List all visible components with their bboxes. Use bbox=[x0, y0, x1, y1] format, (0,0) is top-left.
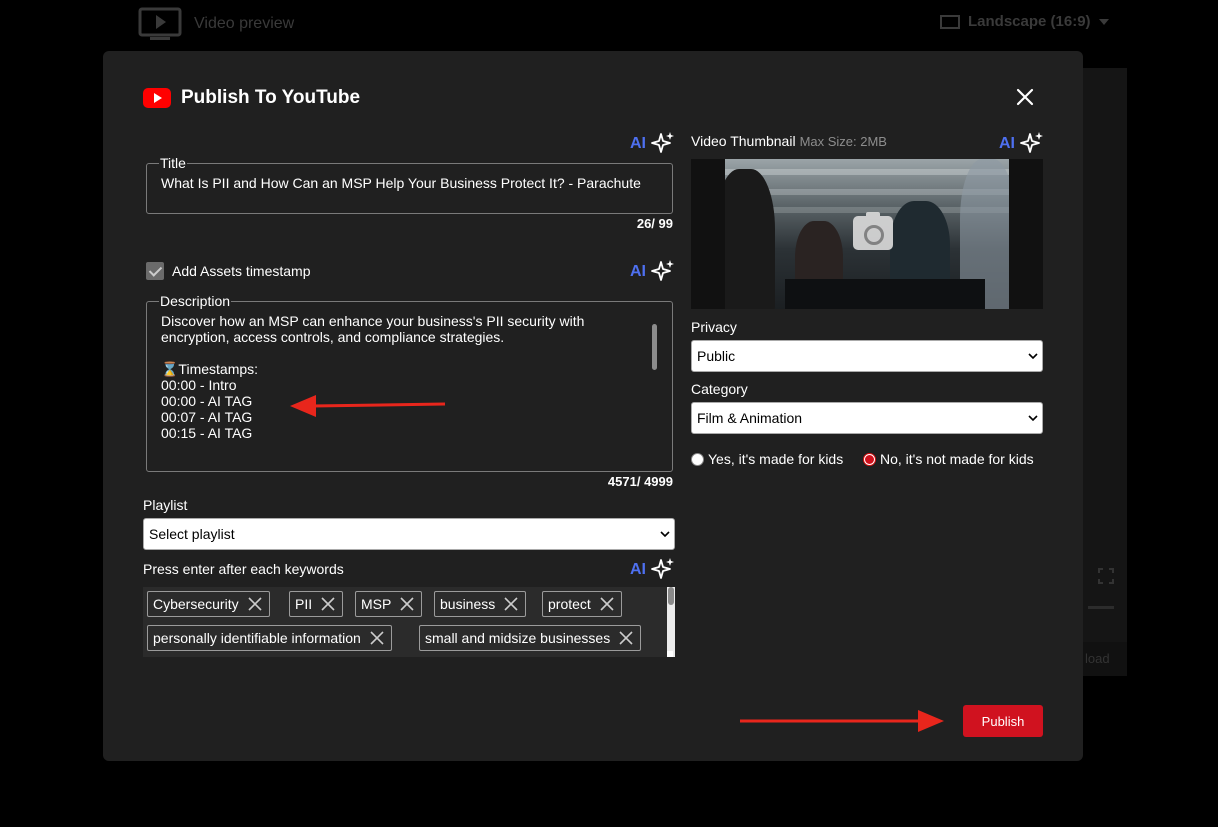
privacy-selected-value: Public bbox=[697, 348, 736, 364]
keywords-input[interactable]: Cybersecurity PII MSP business protect p… bbox=[143, 587, 675, 657]
video-progress-bar bbox=[1088, 606, 1114, 609]
publish-button-label: Publish bbox=[981, 713, 1025, 729]
aspect-ratio-label: Landscape (16:9) bbox=[968, 13, 1091, 30]
modal-header: Publish To YouTube bbox=[143, 87, 360, 109]
close-icon[interactable] bbox=[1013, 85, 1037, 109]
sparkle-icon bbox=[1020, 132, 1043, 153]
sparkle-icon bbox=[651, 558, 674, 579]
modal-title: Publish To YouTube bbox=[181, 87, 361, 108]
background-button: load bbox=[1083, 642, 1127, 676]
remove-keyword-icon[interactable] bbox=[399, 596, 415, 612]
video-preview-header: Video preview bbox=[138, 7, 294, 41]
keywords-scrollbar-thumb[interactable] bbox=[668, 587, 674, 605]
add-assets-timestamp-checkbox[interactable]: Add Assets timestamp bbox=[146, 262, 311, 280]
ai-label: AI bbox=[999, 135, 1015, 152]
youtube-logo-icon bbox=[143, 88, 171, 108]
chevron-down-icon bbox=[660, 531, 670, 538]
remove-keyword-icon[interactable] bbox=[618, 630, 634, 646]
video-preview-icon bbox=[138, 7, 182, 40]
playlist-label: Playlist bbox=[143, 497, 188, 513]
camera-upload-icon[interactable] bbox=[853, 212, 893, 250]
add-assets-timestamp-label: Add Assets timestamp bbox=[172, 263, 311, 279]
keyword-chip-label: Cybersecurity bbox=[153, 596, 239, 612]
sparkle-icon bbox=[651, 132, 674, 153]
title-char-counter: 26/ 99 bbox=[636, 216, 673, 231]
title-input[interactable]: What Is PII and How Can an MSP Help Your… bbox=[161, 175, 658, 191]
radio-checked-icon[interactable] bbox=[863, 452, 876, 466]
remove-keyword-icon[interactable] bbox=[369, 630, 385, 646]
remove-keyword-icon[interactable] bbox=[503, 596, 519, 612]
checkbox-checked-icon[interactable] bbox=[146, 262, 164, 280]
made-for-kids-yes-radio[interactable]: Yes, it's made for kids bbox=[691, 451, 843, 467]
keyword-chip: business bbox=[434, 591, 527, 617]
keywords-scrollbar[interactable] bbox=[667, 587, 675, 657]
chevron-down-icon bbox=[1028, 353, 1038, 360]
radio-unchecked-icon[interactable] bbox=[691, 452, 704, 466]
category-selected-value: Film & Animation bbox=[697, 410, 803, 426]
description-legend: Description bbox=[160, 293, 231, 309]
keyword-chip-label: small and midsize businesses bbox=[425, 630, 611, 646]
ai-generate-keywords-button[interactable]: AI bbox=[630, 557, 676, 583]
remove-keyword-icon[interactable] bbox=[599, 596, 615, 612]
privacy-label: Privacy bbox=[691, 319, 737, 335]
fullscreen-icon bbox=[1098, 568, 1114, 584]
aspect-ratio-dropdown[interactable]: Landscape (16:9) bbox=[940, 13, 1109, 30]
chevron-down-icon bbox=[1028, 415, 1038, 422]
keyword-chip-label: MSP bbox=[361, 596, 392, 612]
chevron-down-icon bbox=[1098, 18, 1109, 25]
ai-generate-thumbnail-button[interactable]: AI bbox=[999, 131, 1045, 157]
ai-label: AI bbox=[630, 263, 646, 280]
ai-generate-title-button[interactable]: AI bbox=[630, 131, 676, 157]
ai-generate-description-button[interactable]: AI bbox=[630, 259, 676, 285]
thumbnail-max-size: Max Size: 2MB bbox=[799, 134, 887, 149]
category-label: Category bbox=[691, 381, 748, 397]
landscape-icon bbox=[940, 14, 960, 29]
privacy-select[interactable]: Public bbox=[691, 340, 1043, 372]
ai-label: AI bbox=[630, 561, 646, 578]
video-preview-label: Video preview bbox=[194, 15, 295, 32]
thumbnail-label-text: Video Thumbnail bbox=[691, 133, 796, 149]
keyword-chip-label: protect bbox=[548, 596, 591, 612]
video-thumbnail[interactable] bbox=[691, 159, 1043, 309]
thumbnail-label: Video Thumbnail Max Size: 2MB bbox=[691, 133, 887, 149]
keyword-chip: small and midsize businesses bbox=[419, 625, 642, 651]
keyword-chip-label: business bbox=[440, 596, 496, 612]
keyword-chip: protect bbox=[542, 591, 622, 617]
remove-keyword-icon[interactable] bbox=[247, 596, 263, 612]
background-button-label: load bbox=[1085, 651, 1110, 666]
made-for-kids-no-label: No, it's not made for kids bbox=[880, 451, 1034, 467]
description-textarea[interactable]: Discover how an MSP can enhance your bus… bbox=[161, 313, 631, 441]
keyword-chip-label: personally identifiable information bbox=[153, 630, 361, 646]
keywords-label: Press enter after each keywords bbox=[143, 561, 344, 577]
publish-button[interactable]: Publish bbox=[963, 705, 1043, 737]
ai-label: AI bbox=[630, 135, 646, 152]
keyword-chip: MSP bbox=[355, 591, 423, 617]
keyword-chip: personally identifiable information bbox=[147, 625, 392, 651]
description-field[interactable]: Description Discover how an MSP can enha… bbox=[146, 293, 673, 472]
playlist-select[interactable]: Select playlist bbox=[143, 518, 675, 550]
description-scrollbar[interactable] bbox=[652, 324, 657, 370]
remove-keyword-icon[interactable] bbox=[320, 596, 336, 612]
title-field[interactable]: Title What Is PII and How Can an MSP Hel… bbox=[146, 155, 673, 214]
resize-handle[interactable] bbox=[667, 651, 673, 657]
made-for-kids-no-radio[interactable]: No, it's not made for kids bbox=[863, 451, 1034, 467]
publish-modal: Publish To YouTube AI Title What Is PII … bbox=[103, 51, 1083, 761]
description-char-counter: 4571/ 4999 bbox=[607, 474, 673, 489]
keyword-chip: Cybersecurity bbox=[147, 591, 270, 617]
keyword-chip-label: PII bbox=[295, 596, 313, 612]
sparkle-icon bbox=[651, 260, 674, 281]
category-select[interactable]: Film & Animation bbox=[691, 402, 1043, 434]
playlist-selected-value: Select playlist bbox=[149, 526, 235, 542]
keyword-chip: PII bbox=[289, 591, 344, 617]
made-for-kids-yes-label: Yes, it's made for kids bbox=[708, 451, 844, 467]
title-legend: Title bbox=[160, 155, 186, 171]
